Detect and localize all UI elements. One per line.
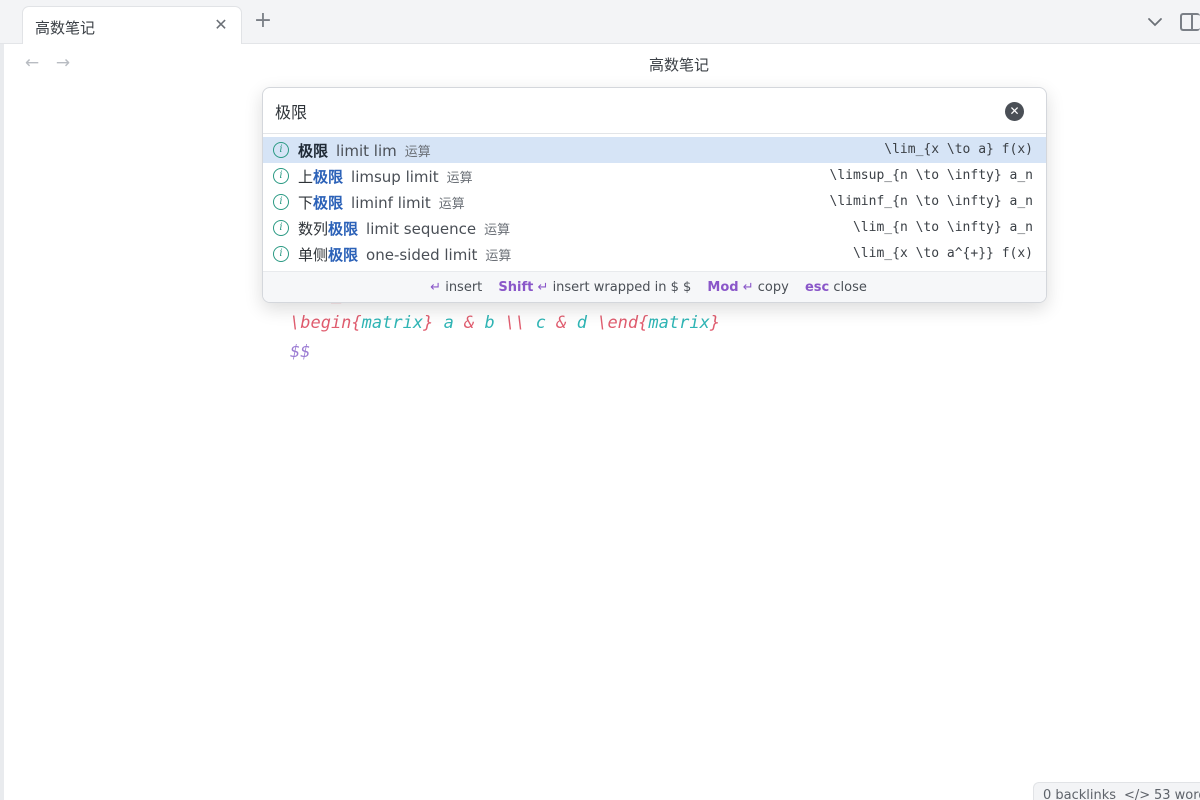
result-category: 运算 [446,171,473,186]
result-latex: \lim_{n \to \infty} a_n [852,220,1033,235]
result-latex: \limsup_{n \to \infty} a_n [829,168,1034,183]
result-category: 运算 [485,249,512,264]
code-token: d [576,313,587,333]
result-prefix: 下 [298,194,314,212]
enter-key-icon: ↵ [742,280,754,295]
view-header-title[interactable]: 高数笔记 [0,54,1200,75]
result-keywords: one-sided limit [366,246,478,264]
result-item[interactable]: i 极限 limit lim 运算 \lim_{x \to a} f(x) [263,137,1046,163]
result-match: 极限 [313,194,344,212]
result-keywords: limsup limit [351,168,439,186]
result-label: 数列极限 limit sequence 运算 [298,218,510,239]
result-label: 上极限 limsup limit 运算 [298,166,473,187]
left-ribbon [0,44,4,800]
result-match: 极限 [328,220,359,238]
result-category: 运算 [438,197,465,212]
footer-esc-key: esc [804,280,830,295]
info-icon: i [273,194,289,210]
result-item[interactable]: i 下极限 liminf limit 运算 \liminf_{n \to \infty}… [263,189,1046,215]
info-icon: i [273,220,289,236]
result-latex: \lim_{x \to a} f(x) [884,142,1033,157]
code-token: matrix [648,313,710,333]
result-category: 运算 [404,145,431,160]
result-item[interactable]: i 数列极限 limit sequence 运算 \lim_{n \to \infty}… [263,215,1046,241]
result-item[interactable]: i 上极限 limsup limit 运算 \limsup_{n \to \infty}… [263,163,1046,189]
result-latex: \liminf_{n \to \infty} a_n [829,194,1034,209]
result-match: 极限 [313,168,344,186]
enter-key-icon: ↵ [430,280,442,295]
footer-copy: copy [757,280,789,295]
result-prefix: 单侧 [298,246,329,264]
editor-line[interactable]: \begin{matrix} a & b \\ c & d \end{matri… [290,309,990,338]
clear-icon[interactable]: ✕ [1005,102,1024,121]
backlinks-count[interactable]: 0 backlinks [1043,788,1116,800]
footer-close: close [833,280,867,295]
code-token: matrix [361,313,424,333]
code-token: \end [586,313,639,333]
result-keywords: limit sequence [366,220,477,238]
footer-insert: insert [445,280,483,295]
code-token: } [423,313,444,333]
code-icon[interactable]: </> [1124,788,1150,800]
footer-shift-key: Shift [498,280,534,295]
tab-bar: 高数笔记 ✕ + [0,0,1200,44]
footer-mod-key: Mod [707,280,739,295]
result-keywords: liminf limit [351,194,431,212]
result-category: 运算 [484,223,511,238]
sidebar-toggle-icon[interactable] [1180,13,1200,31]
chevron-down-icon[interactable] [1144,11,1166,33]
search-input[interactable] [275,97,975,125]
footer-insert-wrapped: insert wrapped in $ $ [552,280,692,295]
code-token: c [535,313,546,333]
code-token: { [351,313,362,333]
result-latex: \lim_{x \to a^{+}} f(x) [852,246,1033,261]
result-label: 下极限 liminf limit 运算 [298,192,465,213]
result-label: 单侧极限 one-sided limit 运算 [298,244,511,265]
plus-icon[interactable]: + [252,10,274,32]
code-token: \begin [290,313,352,333]
code-token: & [546,313,577,333]
code-token: b [484,313,495,333]
result-prefix: 数列 [298,220,329,238]
result-item[interactable]: i 单侧极限 one-sided limit 运算 \lim_{x \to a^{+}}… [263,241,1046,267]
code-token: $$ [290,342,311,362]
result-label: 极限 limit lim 运算 [298,140,431,161]
result-keywords: limit lim [336,142,397,160]
result-match: 极限 [298,142,329,160]
enter-key-icon: ↵ [537,280,549,295]
editor-line[interactable]: $$ [290,338,990,367]
close-icon[interactable]: ✕ [211,15,231,35]
info-icon: i [273,142,289,158]
result-match: 极限 [328,246,359,264]
result-list: i 极限 limit lim 运算 \lim_{x \to a} f(x) i 上极限 lim… [263,137,1046,267]
word-count: 53 words [1154,788,1200,800]
tab-title: 高数笔记 [35,19,96,37]
tab-active[interactable]: 高数笔记 ✕ [22,6,242,44]
popup-footer: ↵ insert Shift ↵ insert wrapped in $ $ M… [263,271,1046,302]
code-token: \\ [494,313,536,333]
latex-suggest-popup: ✕ i极限limit lim运算\lim_{x \to a} f(x)i上极限l… [262,87,1047,303]
search-row: ✕ [263,88,1046,134]
info-icon: i [273,168,289,184]
status-bar: 0 backlinks </> 53 words [1033,782,1200,800]
code-token: a [443,313,454,333]
code-token: { [638,313,649,333]
result-prefix: 上 [298,168,314,186]
info-icon: i [273,246,289,262]
code-token: } [709,313,721,333]
code-token: & [453,313,485,333]
